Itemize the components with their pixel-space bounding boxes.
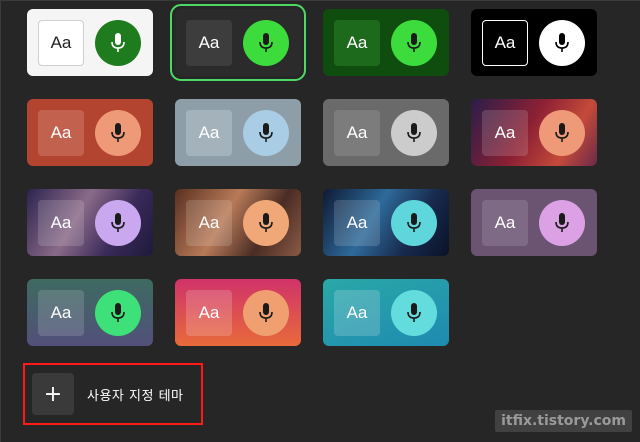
text-preview: Aa bbox=[186, 199, 232, 246]
microphone-icon bbox=[243, 19, 289, 66]
theme-tile-steel[interactable]: Aa bbox=[175, 99, 301, 166]
theme-tile-ocean-wave[interactable]: Aa bbox=[323, 189, 449, 256]
text-preview: Aa bbox=[38, 109, 84, 156]
microphone-icon bbox=[407, 212, 421, 232]
theme-tile-dark-green[interactable]: Aa bbox=[170, 4, 306, 81]
text-preview: Aa bbox=[334, 199, 380, 246]
microphone-icon bbox=[243, 199, 289, 246]
theme-tile-bronze-wave[interactable]: Aa bbox=[175, 189, 301, 256]
microphone-icon bbox=[391, 199, 437, 246]
text-preview: Aa bbox=[482, 199, 528, 246]
microphone-icon bbox=[259, 302, 273, 322]
text-preview: Aa bbox=[334, 19, 380, 66]
text-preview: Aa bbox=[38, 19, 84, 66]
microphone-icon bbox=[391, 109, 437, 156]
microphone-icon bbox=[555, 32, 569, 52]
text-preview: Aa bbox=[334, 109, 380, 156]
microphone-icon bbox=[555, 212, 569, 232]
theme-tile-sunset[interactable]: Aa bbox=[175, 279, 301, 346]
microphone-icon bbox=[111, 302, 125, 322]
microphone-icon bbox=[407, 302, 421, 322]
microphone-icon bbox=[259, 212, 273, 232]
microphone-icon bbox=[539, 109, 585, 156]
microphone-icon bbox=[111, 212, 125, 232]
theme-tile-mauve[interactable]: Aa bbox=[471, 189, 597, 256]
theme-tile-teal-purple[interactable]: Aa bbox=[27, 279, 153, 346]
microphone-icon bbox=[407, 122, 421, 142]
theme-grid: Aa Aa Aa Aa Aa Aa Aa Aa Aa Aa Aa Aa Aa Aa Aa bbox=[27, 4, 597, 346]
microphone-icon bbox=[259, 32, 273, 52]
plus-icon[interactable]: + bbox=[32, 373, 74, 415]
theme-tile-black[interactable]: Aa bbox=[471, 9, 597, 76]
microphone-icon bbox=[259, 122, 273, 142]
text-preview: Aa bbox=[186, 289, 232, 336]
microphone-icon bbox=[243, 289, 289, 336]
microphone-icon bbox=[95, 199, 141, 246]
theme-tile-violet-wave[interactable]: Aa bbox=[27, 189, 153, 256]
microphone-icon bbox=[95, 19, 141, 66]
text-preview: Aa bbox=[482, 19, 528, 66]
microphone-icon bbox=[539, 199, 585, 246]
microphone-icon bbox=[407, 32, 421, 52]
theme-tile-aqua[interactable]: Aa bbox=[323, 279, 449, 346]
microphone-icon bbox=[555, 122, 569, 142]
text-preview: Aa bbox=[186, 109, 232, 156]
microphone-icon bbox=[243, 109, 289, 156]
microphone-icon bbox=[111, 32, 125, 52]
text-preview: Aa bbox=[482, 109, 528, 156]
theme-tile-rust[interactable]: Aa bbox=[27, 99, 153, 166]
watermark: itfix.tistory.com bbox=[495, 410, 632, 432]
theme-tile-crimson-wave[interactable]: Aa bbox=[471, 99, 597, 166]
theme-tile-white[interactable]: Aa bbox=[27, 9, 153, 76]
text-preview: Aa bbox=[38, 289, 84, 336]
microphone-icon bbox=[111, 122, 125, 142]
text-preview: Aa bbox=[186, 19, 232, 66]
microphone-icon bbox=[391, 19, 437, 66]
custom-theme-button[interactable]: + 사용자 지정 테마 bbox=[23, 363, 203, 425]
theme-tile-grey[interactable]: Aa bbox=[323, 99, 449, 166]
theme-tile-forest[interactable]: Aa bbox=[323, 9, 449, 76]
microphone-icon bbox=[95, 109, 141, 156]
text-preview: Aa bbox=[334, 289, 380, 336]
microphone-icon bbox=[95, 289, 141, 336]
text-preview: Aa bbox=[38, 199, 84, 246]
microphone-icon bbox=[539, 19, 585, 66]
microphone-icon bbox=[391, 289, 437, 336]
custom-theme-label: 사용자 지정 테마 bbox=[87, 388, 184, 404]
